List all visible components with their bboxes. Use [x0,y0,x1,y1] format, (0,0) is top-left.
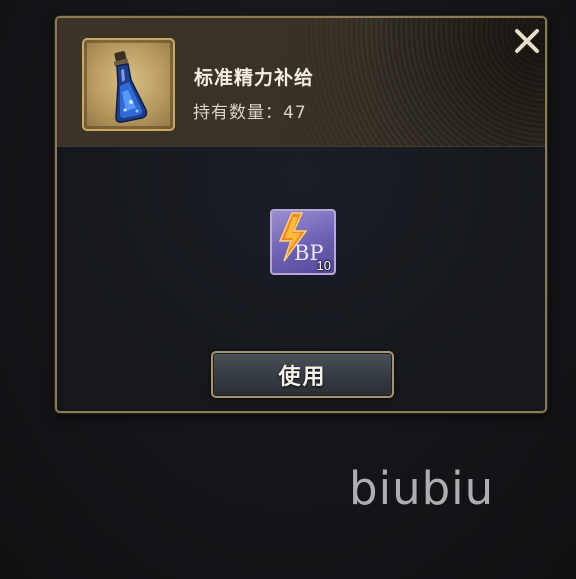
watermark-text: biubiu [349,462,495,515]
item-icon-frame [82,38,175,131]
reward-bp-item[interactable]: BP 10 [270,209,336,275]
close-x-icon [513,27,541,55]
close-button[interactable] [512,26,542,56]
use-button-label: 使用 [278,364,327,390]
blue-potion-bottle-icon [113,51,148,123]
item-use-dialog: 标准精力补给 持有数量：47 BP 10 使用 [55,16,547,413]
use-button[interactable]: 使用 [211,351,394,398]
dialog-header: 标准精力补给 持有数量：47 [57,18,545,147]
bp-count: 10 [316,258,331,273]
item-name: 标准精力补给 [194,67,315,89]
item-quantity: 持有数量：47 [193,103,307,123]
dialog-body: BP 10 使用 [57,147,545,411]
